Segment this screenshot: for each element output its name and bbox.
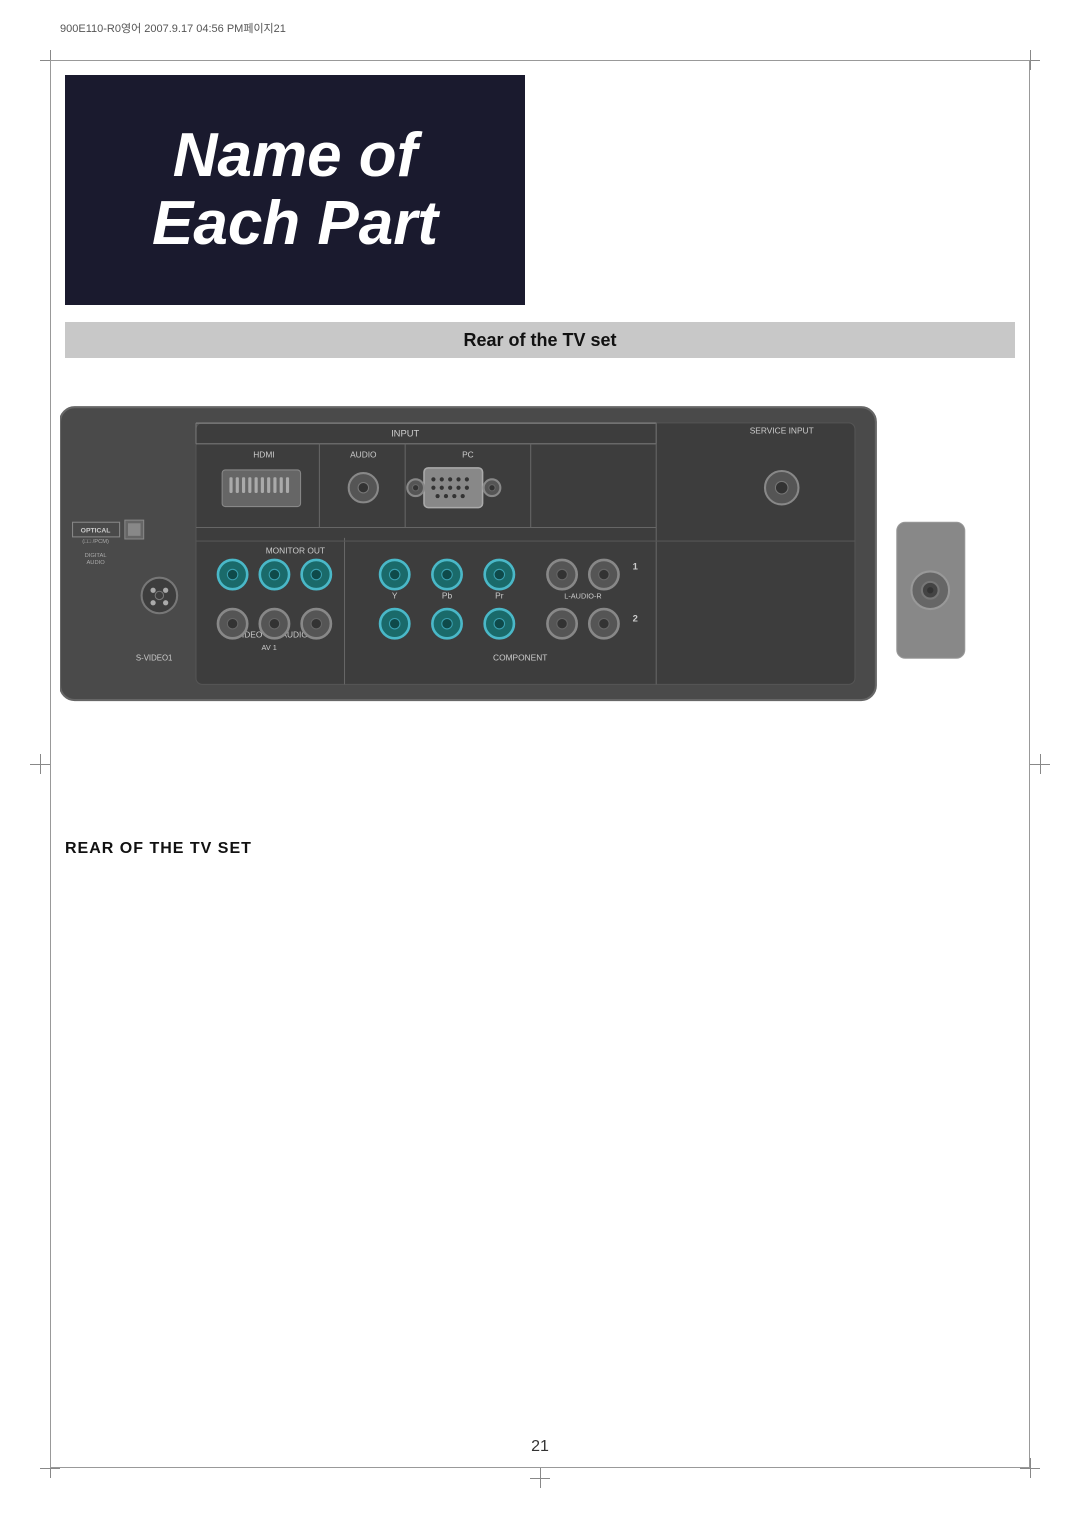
- section-header-band: Rear of the TV set: [65, 322, 1015, 358]
- svg-text:Pr: Pr: [495, 591, 504, 601]
- svg-text:DIGITAL: DIGITAL: [85, 553, 107, 559]
- crosshair-bottom-center: [530, 1468, 550, 1488]
- svg-text:HDMI: HDMI: [253, 449, 274, 459]
- header-meta: 900E110-R0영어 2007.9.17 04:56 PM페이지21: [60, 20, 286, 36]
- svg-text:AV 1: AV 1: [262, 643, 277, 652]
- title-block: Name of Each Part: [65, 75, 525, 305]
- svg-text:MONITOR OUT: MONITOR OUT: [266, 546, 325, 556]
- rear-of-tv-label: REAR OF THE TV SET: [65, 840, 252, 858]
- svg-text:2: 2: [633, 613, 638, 624]
- svg-text:(□□ /PCM): (□□ /PCM): [82, 539, 109, 545]
- svg-text:INPUT: INPUT: [391, 427, 419, 438]
- tv-rear-diagram-container: INPUT SERVICE INPUT HDMI AUDIO PC: [60, 370, 970, 800]
- svg-text:Pb: Pb: [442, 591, 453, 601]
- section-header-text: Rear of the TV set: [463, 330, 616, 351]
- svg-text:OPTICAL: OPTICAL: [81, 528, 111, 535]
- svg-text:L-AUDIO-R: L-AUDIO-R: [564, 592, 601, 601]
- svg-text:S-VIDEO1: S-VIDEO1: [136, 653, 173, 662]
- svg-text:1: 1: [633, 560, 638, 571]
- svg-text:AUDIO: AUDIO: [350, 449, 377, 459]
- page-number: 21: [531, 1438, 549, 1456]
- tv-rear-svg: INPUT SERVICE INPUT HDMI AUDIO PC: [60, 370, 970, 800]
- crosshair-left-mid: [30, 754, 50, 774]
- page-title: Name of Each Part: [152, 122, 438, 258]
- svg-text:SERVICE INPUT: SERVICE INPUT: [750, 425, 814, 435]
- svg-text:AUDIO: AUDIO: [86, 560, 105, 566]
- svg-text:Y: Y: [392, 591, 398, 601]
- svg-text:PC: PC: [462, 449, 474, 459]
- crosshair-right-mid: [1030, 754, 1050, 774]
- svg-text:COMPONENT: COMPONENT: [493, 652, 547, 662]
